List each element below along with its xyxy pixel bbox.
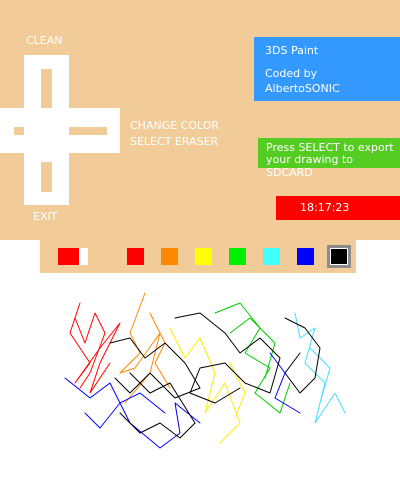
change-color-label: CHANGE COLOR xyxy=(130,119,220,132)
credits-line-2: AlbertoSONIC xyxy=(265,82,340,95)
clock-panel: 18:17:23 xyxy=(276,196,400,220)
stroke-black-1 xyxy=(109,337,201,399)
stroke-red-1 xyxy=(69,302,121,394)
stroke-cyan-2 xyxy=(309,347,331,404)
drawing-canvas[interactable] xyxy=(0,273,400,480)
swatch-green[interactable] xyxy=(229,248,246,265)
export-line-2: your drawing to SDCARD xyxy=(266,153,354,179)
stroke-blue-2 xyxy=(84,392,166,429)
swatch-blue[interactable] xyxy=(297,248,314,265)
swatch-cyan[interactable] xyxy=(263,248,280,265)
swatch-orange[interactable] xyxy=(161,248,178,265)
swatch-red[interactable] xyxy=(127,248,144,265)
current-color-secondary xyxy=(79,248,88,265)
export-hint-panel: Press SELECT to export your drawing to S… xyxy=(258,138,400,179)
stroke-orange-1 xyxy=(119,292,161,404)
color-palette-bar xyxy=(40,240,356,273)
stroke-black-4 xyxy=(119,372,196,439)
credits-line-1: Coded by xyxy=(265,67,318,80)
swatch-black-selected[interactable] xyxy=(327,245,351,268)
clock-text: 18:17:23 xyxy=(300,201,350,214)
swatch-black xyxy=(331,249,347,264)
current-color-main xyxy=(58,248,79,265)
exit-label: EXIT xyxy=(33,210,58,223)
clean-label: CLEAN xyxy=(26,34,63,47)
current-color-indicator[interactable] xyxy=(58,248,88,265)
stroke-yellow-1 xyxy=(169,327,241,444)
dpad-horizontal[interactable] xyxy=(0,108,120,153)
touch-screen[interactable] xyxy=(0,240,400,480)
stroke-blue-3 xyxy=(269,352,301,414)
top-screen: CLEAN EXIT CHANGE COLOR SELECT ERASER 3D… xyxy=(0,0,400,240)
stroke-orange-2 xyxy=(149,312,171,389)
app-title: 3DS Paint xyxy=(265,44,319,57)
stroke-yellow-2 xyxy=(229,362,246,419)
select-eraser-label: SELECT ERASER xyxy=(130,135,219,148)
swatch-yellow[interactable] xyxy=(195,248,212,265)
title-panel: 3DS Paint Coded by AlbertoSONIC xyxy=(254,37,400,101)
stroke-cyan-1 xyxy=(294,312,346,424)
